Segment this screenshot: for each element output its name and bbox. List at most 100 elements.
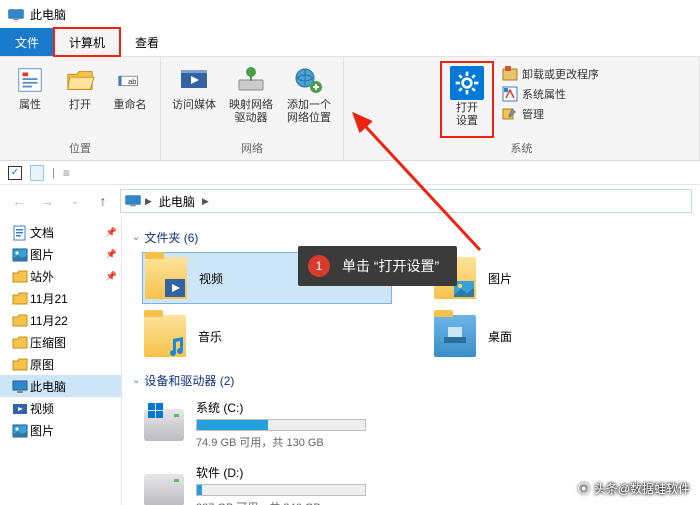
nav-item[interactable]: 图片📌: [0, 243, 121, 265]
folder-item[interactable]: 音乐: [142, 310, 392, 362]
nav-item-label: 视频: [30, 400, 54, 417]
system-properties-button[interactable]: 系统属性: [500, 85, 601, 103]
ribbon-group-network: 访问媒体 映射网络 驱动器 添加一个 网络位置 网络: [161, 57, 344, 160]
separator: |: [52, 167, 55, 179]
add-location-icon: [292, 63, 326, 97]
nav-item[interactable]: 图片: [0, 419, 121, 441]
folder-icon: [12, 357, 28, 371]
folder-icon: [12, 335, 28, 349]
watermark: ⦿ 头条@数据蛙软件: [578, 480, 690, 497]
doc-icon: [12, 225, 28, 239]
music-folder-icon: [144, 315, 186, 357]
open-icon: [63, 63, 97, 97]
nav-recent-button[interactable]: ⌄: [64, 190, 86, 212]
nav-item-label: 图片: [30, 422, 54, 439]
chevron-right-icon[interactable]: ▶: [145, 196, 152, 207]
tab-view[interactable]: 查看: [120, 28, 174, 56]
quickaccess-bar: ✓ | ≡: [0, 161, 700, 185]
ribbon-tabs: 文件 计算机 查看: [0, 28, 700, 56]
nav-item[interactable]: 视频: [0, 397, 121, 419]
checkbox-toggle[interactable]: ✓: [8, 166, 22, 180]
navigation-pane: 文档📌图片📌站外📌11月2111月22压缩图原图此电脑视频图片: [0, 217, 122, 505]
drive-free-text: 74.9 GB 可用，共 130 GB: [196, 434, 400, 450]
address-segment-root[interactable]: 此电脑: [156, 193, 198, 210]
video-icon: [12, 401, 28, 415]
folder-item[interactable]: 桌面: [432, 310, 682, 362]
properties-icon: [13, 63, 47, 97]
folder-item[interactable]: 图片: [432, 252, 682, 304]
ribbon-group-network-label: 网络: [241, 138, 263, 158]
map-drive-icon: [234, 63, 268, 97]
callout-text: 单击 “打开设置”: [342, 256, 439, 276]
pin-icon: 📌: [106, 249, 117, 260]
map-drive-button[interactable]: 映射网络 驱动器: [223, 61, 279, 126]
folder-icon: [12, 269, 28, 283]
drive-free-text: 337 GB 可用，共 346 GB: [196, 499, 400, 505]
instruction-callout: 1 单击 “打开设置”: [298, 246, 457, 286]
video-folder-icon: [145, 257, 187, 299]
nav-item-label: 原图: [30, 356, 54, 373]
rename-icon: ab: [113, 63, 147, 97]
doc-icon: [30, 165, 44, 181]
manage-button[interactable]: 管理: [500, 105, 601, 123]
ribbon-group-system-label: 系统: [511, 138, 533, 158]
uninstall-icon: [502, 66, 518, 82]
nav-item[interactable]: 站外📌: [0, 265, 121, 287]
folder-icon: [12, 313, 28, 327]
section-drives-title: 设备和驱动器 (2): [144, 372, 234, 389]
pc-icon: [12, 379, 28, 393]
folder-name: 视频: [199, 270, 223, 287]
nav-up-button[interactable]: ↑: [92, 190, 114, 212]
drive-icon: [144, 409, 184, 441]
nav-item-label: 站外: [30, 268, 54, 285]
drive-item[interactable]: 软件 (D:) 337 GB 可用，共 346 GB: [142, 460, 402, 505]
desktop-folder-icon: [434, 315, 476, 357]
nav-back-button[interactable]: ←: [8, 190, 30, 212]
folder-icon: [12, 291, 28, 305]
add-network-location-button[interactable]: 添加一个 网络位置: [281, 61, 337, 126]
chevron-right-icon[interactable]: ▶: [202, 196, 209, 207]
nav-item-label: 压缩图: [30, 334, 66, 351]
folder-name: 音乐: [198, 328, 222, 345]
svg-text:ab: ab: [128, 77, 136, 86]
step-badge: 1: [308, 255, 330, 277]
window-title: 此电脑: [30, 6, 66, 23]
open-button[interactable]: 打开: [56, 61, 104, 114]
drive-name: 软件 (D:): [196, 464, 400, 481]
tab-file[interactable]: 文件: [0, 28, 54, 56]
section-folders-header[interactable]: ⌄ 文件夹 (6): [132, 229, 690, 246]
media-icon: [177, 63, 211, 97]
open-settings-button[interactable]: 打开 设置: [443, 64, 491, 129]
caret-down-icon: ⌄: [132, 375, 140, 386]
nav-item[interactable]: 压缩图: [0, 331, 121, 353]
nav-item-label: 此电脑: [30, 378, 66, 395]
access-media-button[interactable]: 访问媒体: [167, 61, 221, 114]
nav-item[interactable]: 文档📌: [0, 221, 121, 243]
ribbon-group-location-label: 位置: [69, 138, 91, 158]
drive-item[interactable]: 系统 (C:)74.9 GB 可用，共 130 GB: [142, 395, 402, 454]
nav-item[interactable]: 11月22: [0, 309, 121, 331]
overflow-icon[interactable]: ≡: [63, 166, 70, 180]
nav-item-label: 11月22: [30, 312, 68, 329]
address-bar[interactable]: ▶ 此电脑 ▶: [120, 189, 692, 213]
caret-down-icon: ⌄: [132, 232, 140, 243]
section-drives-header[interactable]: ⌄ 设备和驱动器 (2): [132, 372, 690, 389]
section-folders-title: 文件夹 (6): [144, 229, 198, 246]
nav-item[interactable]: 此电脑: [0, 375, 121, 397]
nav-forward-button[interactable]: →: [36, 190, 58, 212]
ribbon-group-system: 打开 设置 卸载或更改程序 系统属性 管理 系统: [344, 57, 700, 160]
address-pc-icon: [125, 195, 141, 207]
manage-icon: [502, 106, 518, 122]
rename-button[interactable]: ab 重命名: [106, 61, 154, 114]
tab-computer[interactable]: 计算机: [54, 28, 120, 56]
watermark-icon: ⦿: [578, 480, 590, 497]
properties-button[interactable]: 属性: [6, 61, 54, 114]
address-row: ← → ⌄ ↑ ▶ 此电脑 ▶: [0, 185, 700, 217]
uninstall-programs-button[interactable]: 卸载或更改程序: [500, 65, 601, 83]
nav-item[interactable]: 原图: [0, 353, 121, 375]
nav-item[interactable]: 11月21: [0, 287, 121, 309]
nav-item-label: 文档: [30, 224, 54, 241]
window-titlebar: 此电脑: [0, 0, 700, 28]
sysprops-icon: [502, 86, 518, 102]
pic-icon: [12, 423, 28, 437]
